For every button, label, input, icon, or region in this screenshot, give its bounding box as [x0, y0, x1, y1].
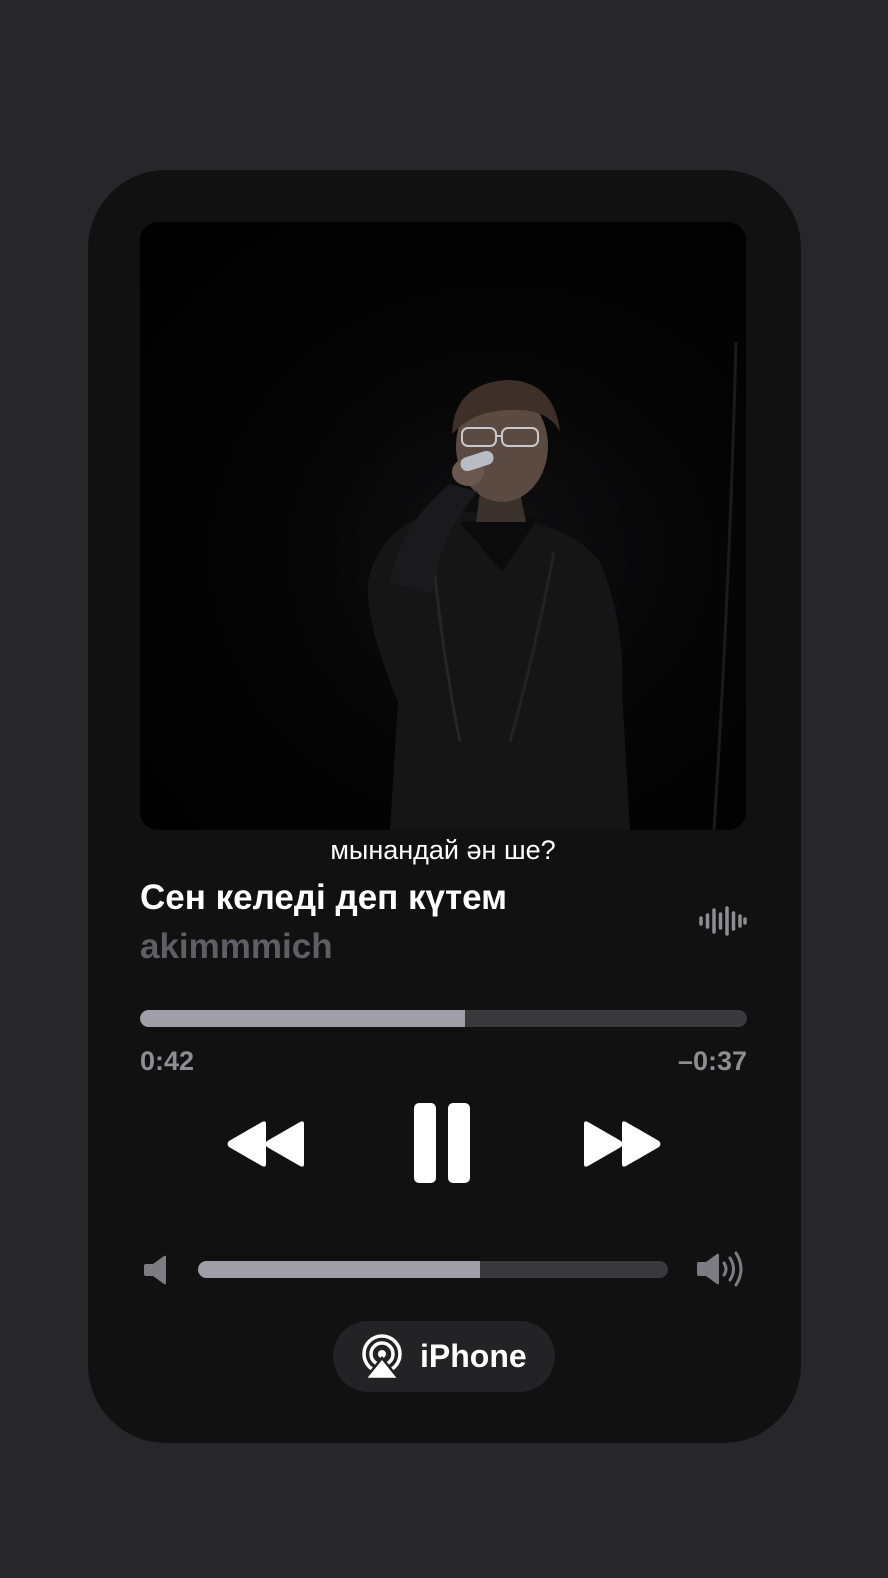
- audio-output-button[interactable]: iPhone: [333, 1321, 555, 1392]
- track-title[interactable]: Сен келеді деп күтем: [140, 876, 507, 920]
- remaining-time: –0:37: [677, 1046, 747, 1076]
- elapsed-time: 0:42: [140, 1046, 195, 1076]
- volume-slider[interactable]: [198, 1261, 668, 1278]
- pause-icon[interactable]: [414, 1103, 472, 1183]
- waveform-icon: [699, 906, 747, 936]
- airplay-icon: [362, 1334, 402, 1380]
- progress-fill: [140, 1010, 466, 1027]
- speaker-low-icon: [144, 1255, 166, 1285]
- fast-forward-icon[interactable]: [582, 1120, 662, 1168]
- rewind-icon[interactable]: [226, 1120, 306, 1168]
- artist-name[interactable]: akimmmich: [140, 926, 333, 968]
- album-artwork: [140, 222, 746, 830]
- lyrics-caption: мынандай ән ше?: [330, 835, 556, 865]
- audio-output-label: iPhone: [420, 1338, 527, 1374]
- volume-fill: [198, 1261, 480, 1278]
- speaker-high-icon: [697, 1251, 743, 1287]
- playback-progress-slider[interactable]: [140, 1010, 747, 1027]
